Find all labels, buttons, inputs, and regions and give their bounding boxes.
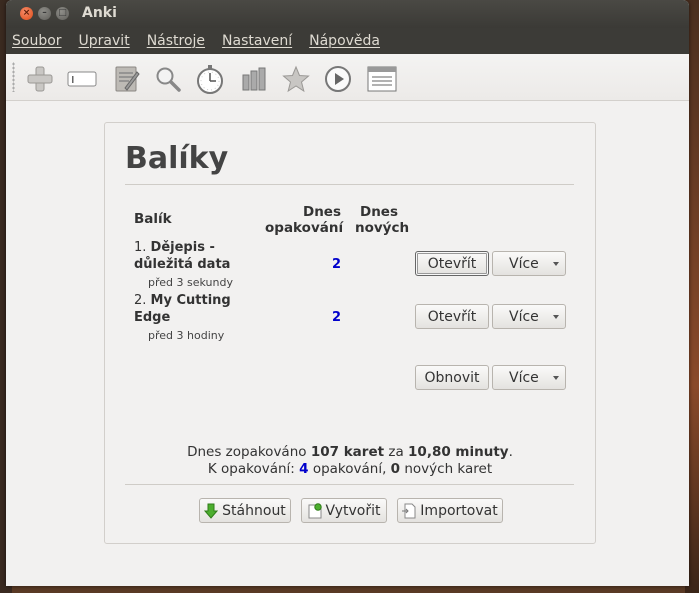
stats-line-2: K opakování: 4 opakování, 0 nových karet [105, 461, 595, 477]
play-icon[interactable] [322, 64, 354, 94]
card-list-icon[interactable] [366, 64, 398, 94]
chevron-down-icon [553, 315, 559, 319]
divider-bottom [125, 484, 574, 485]
column-header-due-line1: Dnes [302, 204, 341, 220]
global-more-button[interactable]: Více [492, 365, 566, 390]
stats-l2-mid: opakování, [308, 461, 391, 477]
menu-bar: Soubor Upravit Nástroje Nastavení Nápově… [6, 28, 689, 54]
page-title: Balíky [125, 141, 229, 176]
stats-line-1: Dnes zopakováno 107 karet za 10,80 minut… [105, 444, 595, 460]
menu-soubor[interactable]: Soubor [12, 33, 62, 49]
deck-2-name-line2[interactable]: Edge [134, 310, 170, 325]
download-button[interactable]: Stáhnout [199, 498, 291, 523]
menu-upravit[interactable]: Upravit [79, 33, 130, 49]
divider-top [125, 184, 574, 185]
menu-napoveda[interactable]: Nápověda [309, 33, 380, 49]
create-deck-label: Vytvořit [325, 502, 381, 519]
window-title: Anki [82, 5, 117, 21]
import-button[interactable]: Importovat [397, 498, 503, 523]
deck-2-open-button[interactable]: Otevřít [415, 304, 489, 329]
deck-1-more-label: Více [509, 255, 539, 272]
column-header-deck: Balík [134, 211, 172, 227]
column-header-new: Dnes nových [355, 204, 410, 236]
deck-browser-panel: Balíky Balík Dnes opakování Dnes nových … [104, 122, 596, 544]
deck-1-due-count: 2 [331, 257, 341, 272]
deck-2-index: 2. [134, 293, 147, 308]
add-icon[interactable] [24, 64, 56, 94]
column-header-new-line2: nových [355, 220, 410, 236]
deck-row-1-title[interactable]: 1. Dějepis - důležitá data [134, 239, 230, 273]
toolbar-grip[interactable] [12, 62, 15, 92]
deck-1-last-studied: před 3 sekundy [148, 276, 233, 289]
deck-1-name-line2[interactable]: důležitá data [134, 257, 230, 272]
import-document-icon [402, 503, 416, 519]
stats-l2-prefix: K opakování: [207, 461, 300, 477]
deck-2-name-line1[interactable]: My Cutting [151, 293, 231, 308]
create-deck-button[interactable]: Vytvořit [301, 498, 387, 523]
global-more-label: Více [509, 369, 539, 386]
deck-2-more-button[interactable]: Více [492, 304, 566, 329]
column-header-due-line2: opakování [265, 220, 344, 236]
import-label: Importovat [420, 502, 498, 519]
stats-l2-end: nových karet [400, 461, 493, 477]
download-label: Stáhnout [222, 502, 286, 519]
deck-2-more-label: Více [509, 308, 539, 325]
title-bar[interactable]: × – □ Anki [6, 0, 689, 28]
deck-1-open-button[interactable]: Otevřít [415, 251, 489, 276]
stats-due-count: 4 [299, 461, 309, 477]
stats-time-spent: 10,80 minuty [408, 444, 509, 460]
search-icon[interactable] [152, 64, 184, 94]
stopwatch-icon[interactable] [194, 64, 226, 94]
chevron-down-icon [553, 376, 559, 380]
deck-2-last-studied: před 3 hodiny [148, 329, 225, 342]
menu-nastaveni[interactable]: Nastavení [222, 33, 292, 49]
stats-l1-prefix: Dnes zopakováno [187, 444, 311, 460]
download-arrow-icon [204, 503, 219, 519]
close-window-button[interactable]: × [20, 7, 33, 20]
deck-row-2-title[interactable]: 2. My Cutting Edge [134, 292, 231, 326]
column-header-due: Dnes opakování [265, 204, 344, 236]
deck-1-more-button[interactable]: Více [492, 251, 566, 276]
stats-l1-mid: za [384, 444, 409, 460]
anki-window: × – □ Anki Soubor Upravit Nástroje Nasta… [6, 0, 689, 586]
maximize-window-button[interactable]: □ [56, 7, 69, 20]
minimize-window-button[interactable]: – [38, 7, 51, 20]
deck-1-index: 1. [134, 240, 147, 255]
column-header-new-line1: Dnes [359, 204, 398, 220]
toolbar [6, 54, 689, 101]
star-icon[interactable] [280, 64, 312, 94]
stats-cards-studied: 107 karet [310, 444, 385, 460]
stats-l1-end: . [508, 444, 513, 460]
edit-icon[interactable] [110, 64, 142, 94]
stats-new-count: 0 [390, 461, 401, 477]
refresh-button[interactable]: Obnovit [415, 365, 489, 390]
stats-icon[interactable] [238, 64, 270, 94]
menu-nastroje[interactable]: Nástroje [147, 33, 205, 49]
new-document-icon [308, 502, 322, 519]
deck-2-due-count: 2 [331, 310, 341, 325]
deck-1-name-line1[interactable]: Dějepis - [151, 240, 215, 255]
chevron-down-icon [553, 262, 559, 266]
browse-icon[interactable] [66, 64, 98, 94]
